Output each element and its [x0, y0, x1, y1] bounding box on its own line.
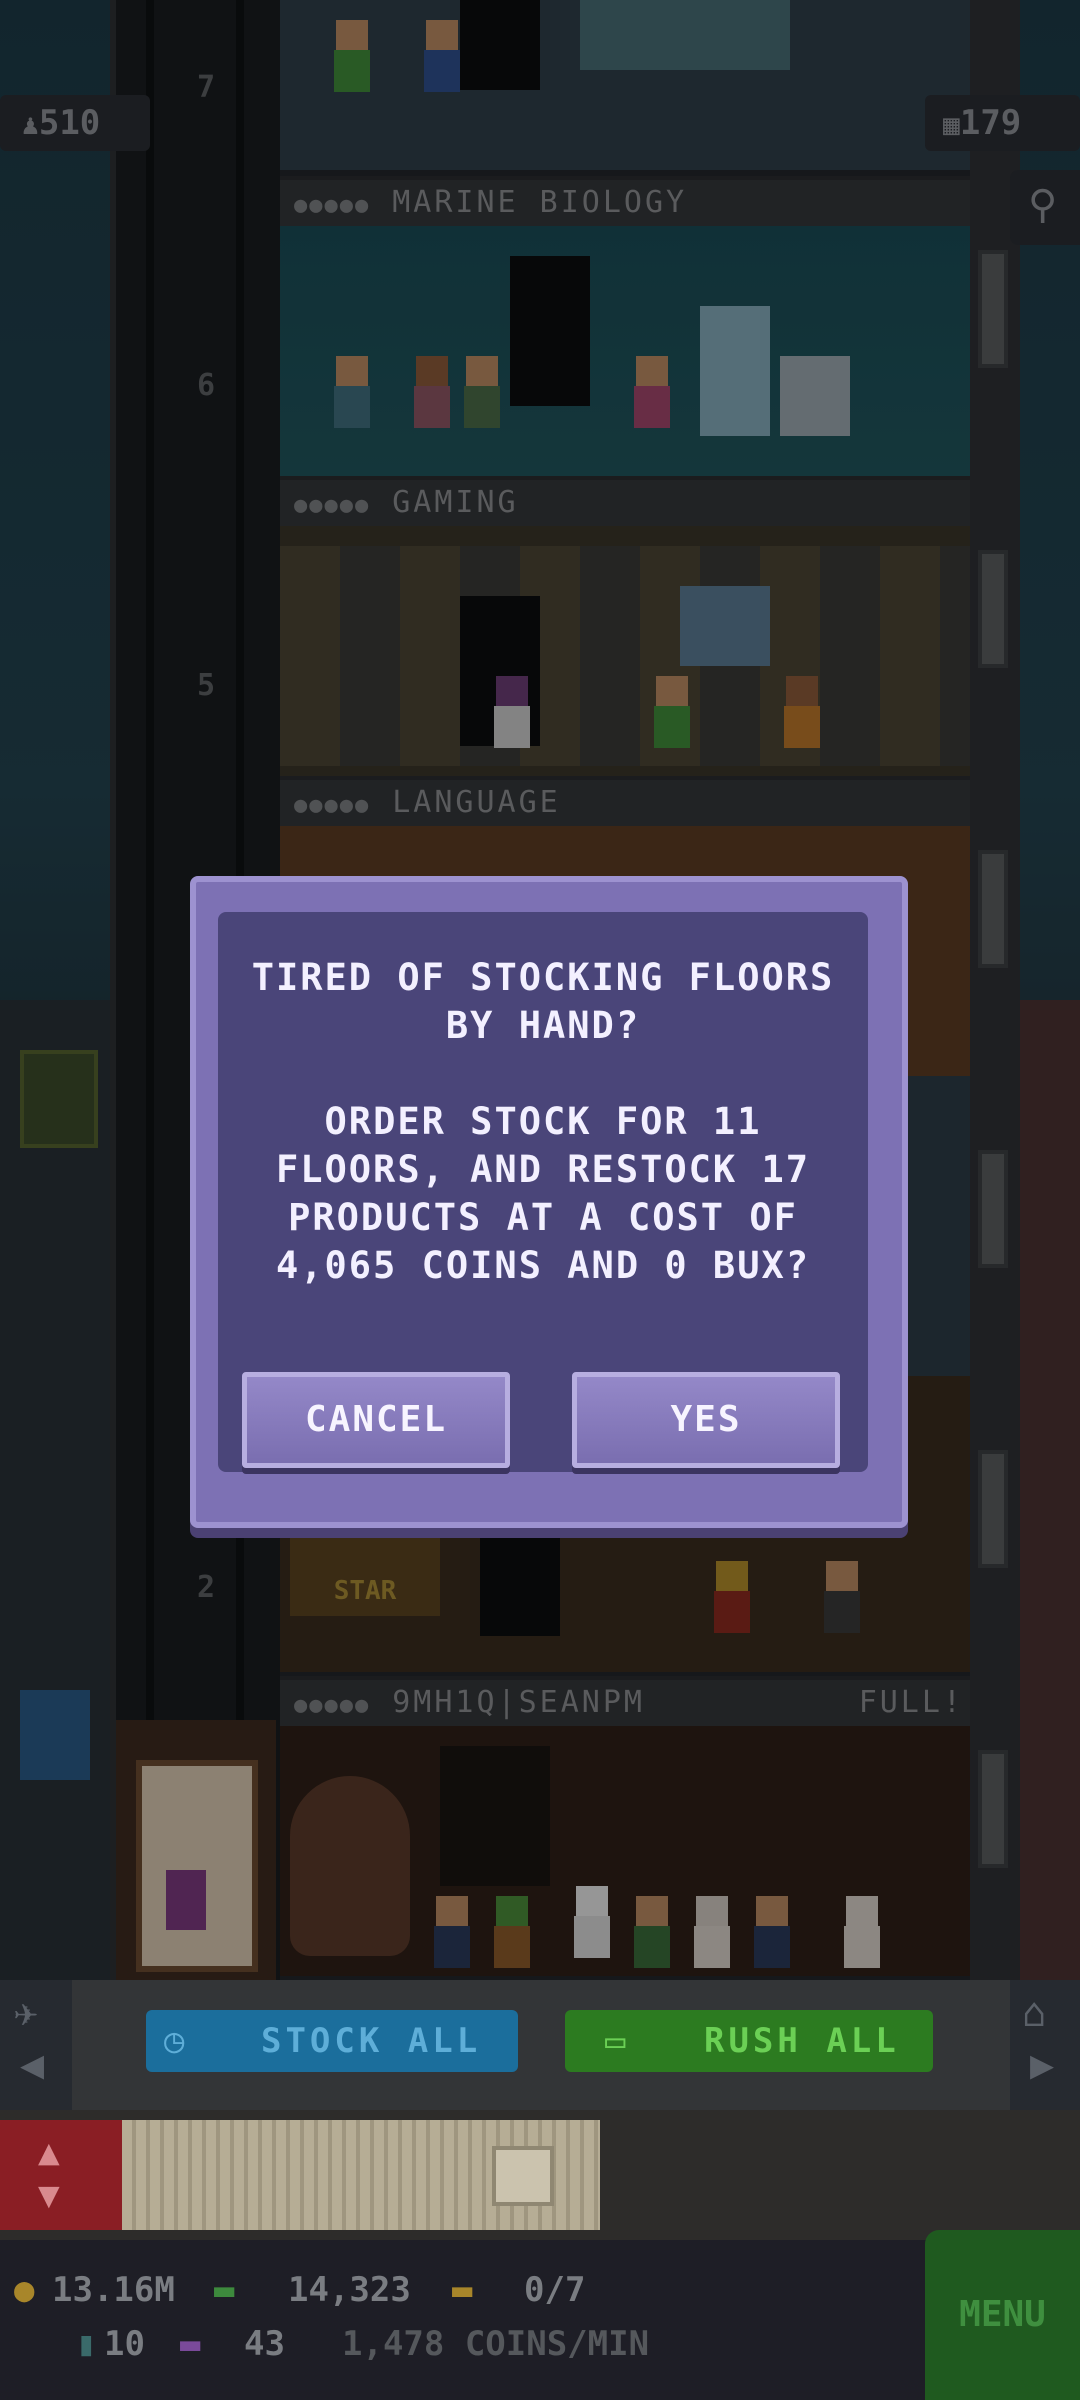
arrow-up-icon: ▲	[38, 2132, 60, 2173]
elevator-control-bar: ▲ ▼	[0, 2110, 1080, 2240]
dialog-detail-line3: PRODUCTS AT A COST OF	[288, 1196, 798, 1239]
bux-icon: ▬	[214, 2270, 235, 2310]
arrow-left-icon: ◀	[20, 2042, 45, 2088]
vip-ticket-icon: ▬	[452, 2270, 473, 2310]
tokens-value: 43	[244, 2324, 285, 2364]
tickets-value: 10	[104, 2324, 145, 2364]
dialog-question-line2: BY HAND?	[445, 1004, 641, 1047]
action-toolbar: ✈ ◀ ◷ STOCK ALL ▭ RUSH ALL ⌂ ▶	[0, 1980, 1080, 2110]
arrow-right-icon: ▶	[1030, 2042, 1055, 2088]
yes-button[interactable]: YES	[572, 1372, 840, 1468]
arrow-down-icon: ▼	[38, 2175, 60, 2216]
rush-all-label: RUSH ALL	[703, 2021, 900, 2061]
elevator-arrows-button[interactable]: ▲ ▼	[0, 2120, 122, 2230]
dialog-detail-line4: 4,065 COINS AND 0 BUX?	[275, 1244, 811, 1287]
dialog-question-line1: TIRED OF STOCKING FLOORS	[251, 956, 835, 999]
stock-all-button[interactable]: ◷ STOCK ALL	[146, 2010, 518, 2072]
ticket-icon: ▮	[76, 2324, 97, 2364]
clock-icon: ◷	[164, 2021, 189, 2061]
bux-value: 14,323	[288, 2270, 411, 2310]
rush-all-button[interactable]: ▭ RUSH ALL	[565, 2010, 933, 2072]
dialog-detail-line1: ORDER STOCK FOR 11	[324, 1100, 762, 1143]
elevator-car-icon	[492, 2146, 554, 2206]
airplane-icon: ✈	[14, 1990, 39, 2036]
elevator-drag-handle[interactable]	[122, 2120, 600, 2230]
coin-rate: 1,478 COINS/MIN	[342, 2324, 650, 2364]
menu-button[interactable]: MENU	[925, 2230, 1080, 2400]
travel-button[interactable]: ✈ ◀	[0, 1980, 72, 2110]
cash-icon: ▭	[605, 2021, 630, 2061]
dialog-detail-line2: FLOORS, AND RESTOCK 17	[275, 1148, 811, 1191]
resource-status-bar: ● 13.16M ▬ 14,323 ▬ 0/7 ▮ 10 ▬ 43 1,478 …	[0, 2240, 1080, 2400]
home-button[interactable]: ⌂ ▶	[1010, 1980, 1080, 2110]
stock-all-label: STOCK ALL	[260, 2021, 482, 2061]
home-icon: ⌂	[1022, 1990, 1047, 2036]
restock-dialog: TIRED OF STOCKING FLOORS BY HAND? ORDER …	[190, 876, 908, 1528]
cancel-button[interactable]: CANCEL	[242, 1372, 510, 1468]
coins-value: 13.16M	[52, 2270, 175, 2310]
coin-icon: ●	[14, 2270, 35, 2310]
token-icon: ▬	[180, 2324, 201, 2364]
vip-value: 0/7	[524, 2270, 586, 2310]
